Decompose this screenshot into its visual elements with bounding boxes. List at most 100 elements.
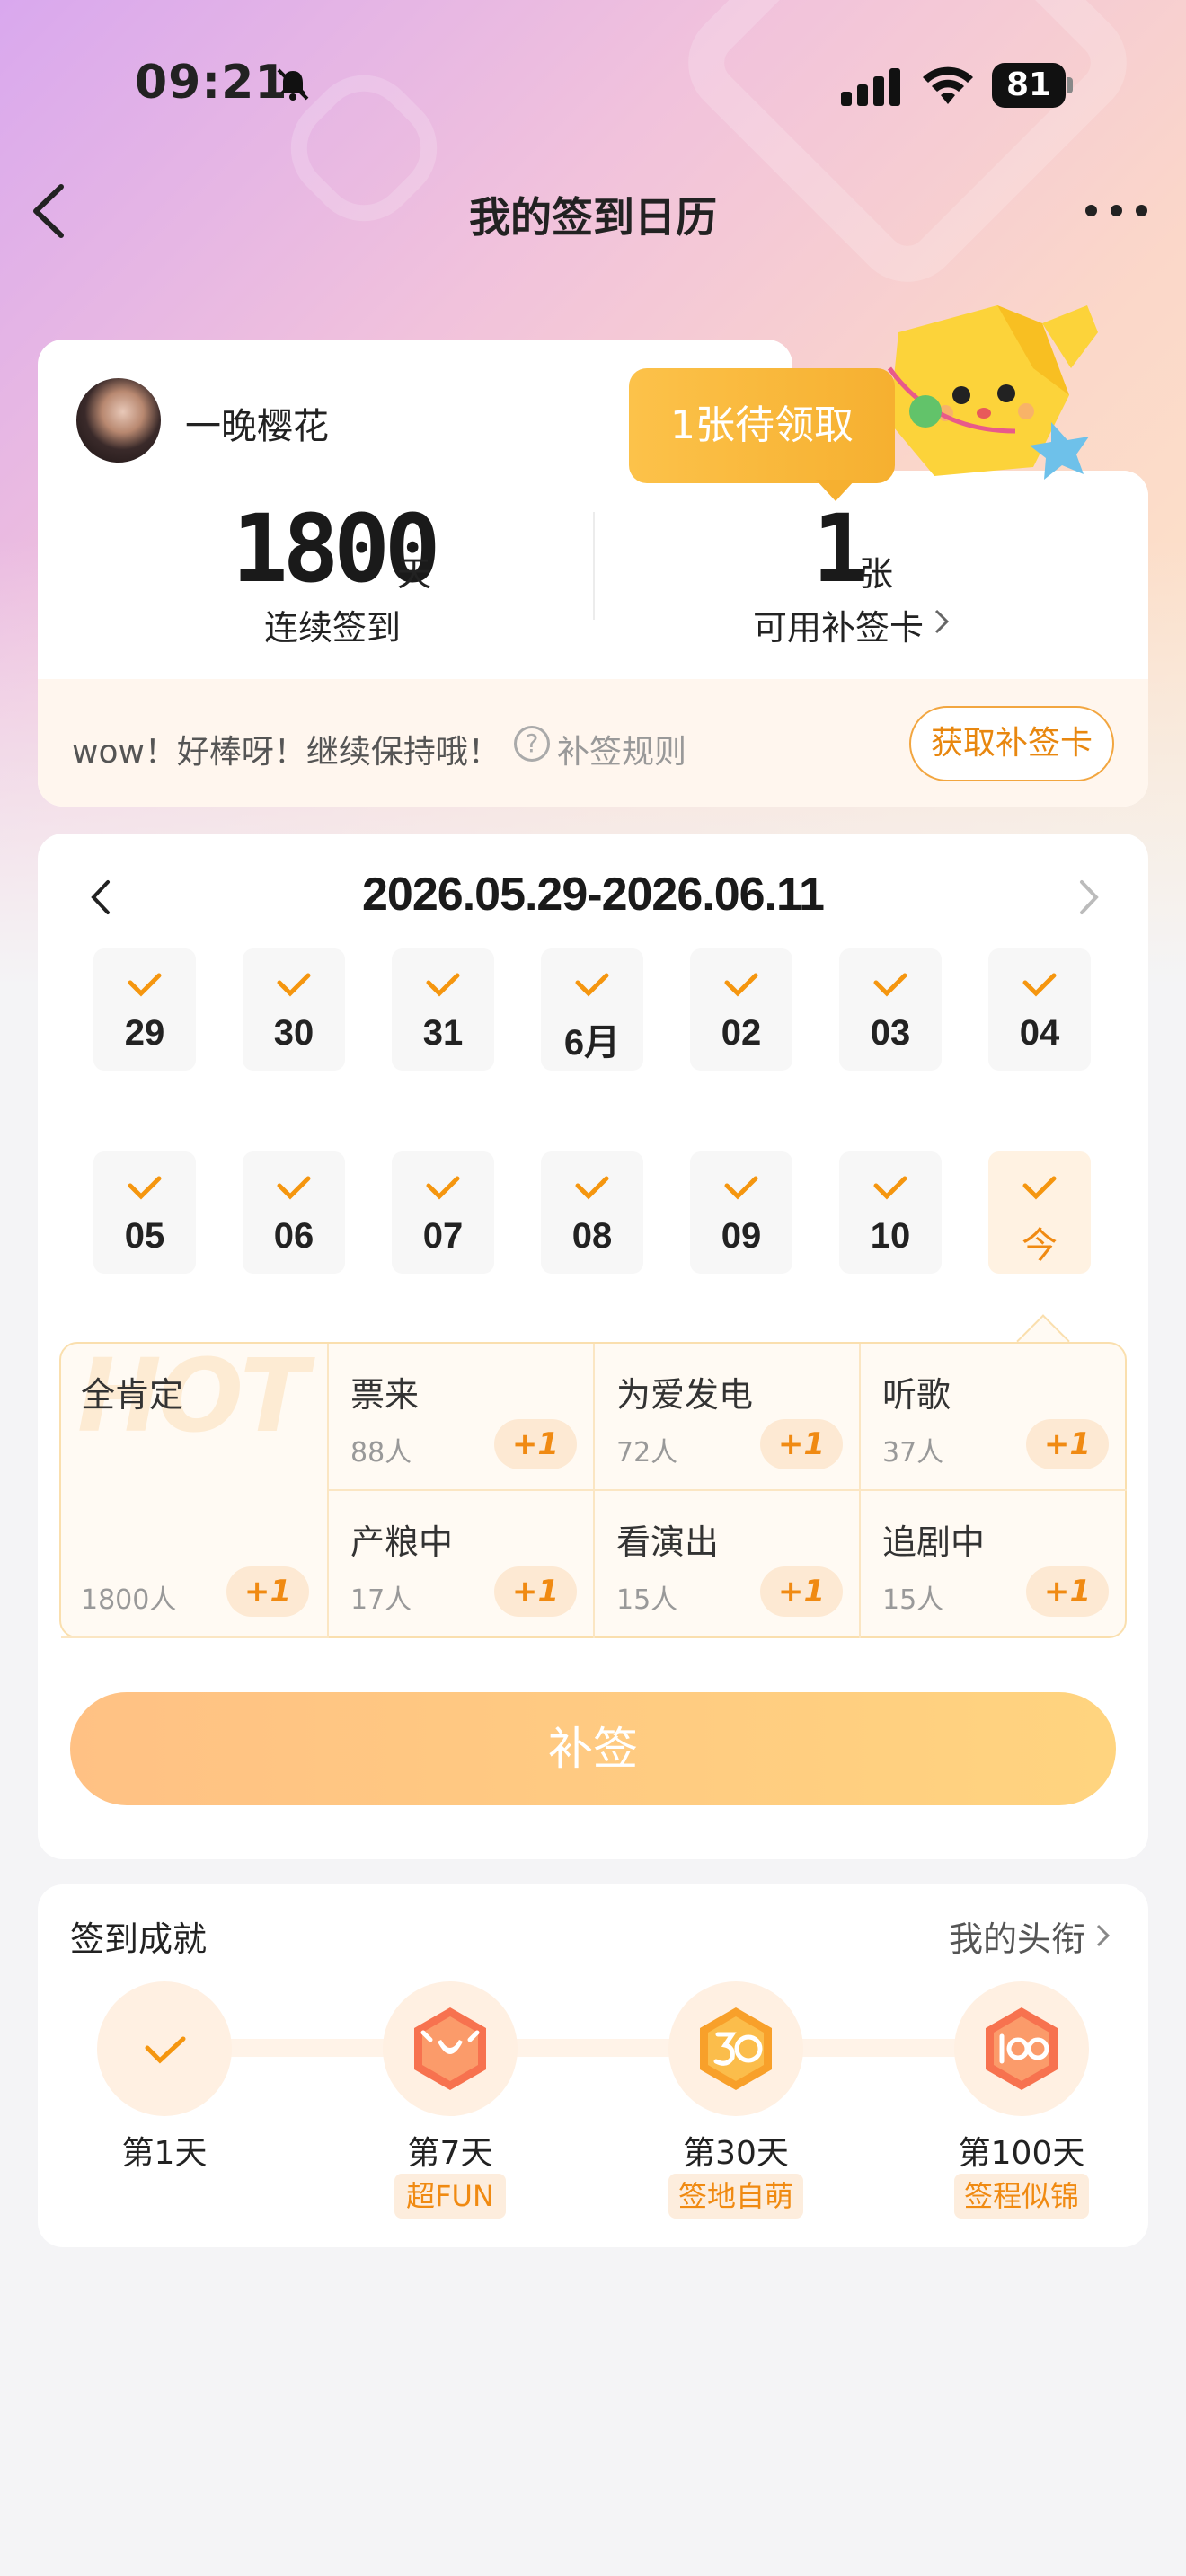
makeup-rules-link[interactable]: 补签规则 xyxy=(557,726,686,772)
100-days-badge-icon xyxy=(986,2007,1058,2090)
30-days-badge-icon xyxy=(700,2007,772,2090)
achievement-title-tag: 签地自萌 xyxy=(668,2174,803,2219)
help-icon[interactable]: ? xyxy=(514,726,550,762)
more-options-icon[interactable] xyxy=(1085,199,1148,221)
tag-plus-button[interactable]: +1 xyxy=(760,1566,843,1617)
tag-plus-button[interactable]: +1 xyxy=(226,1566,309,1617)
tag-plus-button[interactable]: +1 xyxy=(1026,1566,1109,1617)
day-label: 06 xyxy=(273,1216,314,1256)
streak-unit: 天 xyxy=(397,554,432,594)
tag-name: 全肯定 xyxy=(81,1375,184,1415)
check-icon xyxy=(575,1176,609,1200)
calendar-day[interactable]: 10 xyxy=(839,1151,942,1274)
check-icon xyxy=(145,2036,186,2064)
makeup-card-label[interactable]: 可用补签卡 xyxy=(753,600,924,649)
tag-name: 为爱发电 xyxy=(616,1375,754,1415)
day-label: 09 xyxy=(721,1216,762,1256)
check-icon xyxy=(426,973,460,997)
check-icon xyxy=(128,1176,162,1200)
calendar-day[interactable]: 02 xyxy=(690,948,792,1071)
calendar-day-today[interactable]: 今 xyxy=(988,1151,1091,1274)
tag-name: 追剧中 xyxy=(882,1522,986,1562)
chevron-right-icon[interactable] xyxy=(1094,1922,1112,1949)
tag-count: 15人 xyxy=(616,1584,678,1616)
check-icon xyxy=(873,973,907,997)
day-label: 03 xyxy=(870,1013,911,1053)
tag-count: 1800人 xyxy=(81,1584,177,1616)
wifi-icon xyxy=(923,66,973,104)
username: 一晚樱花 xyxy=(185,406,329,447)
tag-count: 88人 xyxy=(350,1437,412,1469)
calendar-day[interactable]: 08 xyxy=(541,1151,643,1274)
calendar-day[interactable]: 05 xyxy=(93,1151,196,1274)
battery-level: 81 xyxy=(1005,66,1052,103)
check-icon xyxy=(724,973,758,997)
day-label: 29 xyxy=(124,1013,165,1053)
tag-plus-button[interactable]: +1 xyxy=(494,1419,577,1469)
achievements-title: 签到成就 xyxy=(70,1919,208,1959)
battery-icon: 81 xyxy=(992,63,1073,108)
check-icon xyxy=(873,1176,907,1200)
encouragement-text: wow！好棒呀！继续保持哦！ xyxy=(72,734,500,771)
tag-name: 产粮中 xyxy=(350,1522,454,1562)
day-label: 07 xyxy=(422,1216,464,1256)
achievement-day: 第30天 xyxy=(683,2135,789,2172)
pending-cards-tooltip[interactable]: 1张待领取 xyxy=(629,368,895,483)
tag-count: 17人 xyxy=(350,1584,412,1616)
cellular-signal-icon xyxy=(841,68,900,106)
bell-muted-icon xyxy=(277,68,309,101)
calendar-day[interactable]: 29 xyxy=(93,948,196,1071)
day-label: 31 xyxy=(422,1013,464,1053)
get-makeup-card-button[interactable]: 获取补签卡 xyxy=(909,706,1114,781)
status-time: 09:21 xyxy=(135,56,288,110)
makeup-sign-button[interactable]: 补签 xyxy=(70,1692,1116,1805)
tag-name: 票来 xyxy=(350,1375,420,1415)
day-label: 今 xyxy=(1022,1226,1058,1266)
day-label: 08 xyxy=(571,1216,613,1256)
streak-label: 连续签到 xyxy=(264,608,402,648)
tag-plus-button[interactable]: +1 xyxy=(1026,1419,1109,1469)
makeup-card-unit: 张 xyxy=(859,554,894,594)
tag-count: 37人 xyxy=(882,1437,944,1469)
calendar-day[interactable]: 06 xyxy=(243,1151,345,1274)
calendar-day[interactable]: 07 xyxy=(392,1151,494,1274)
achievement-progress-track xyxy=(162,2039,1024,2057)
check-icon xyxy=(724,1176,758,1200)
my-titles-link[interactable]: 我的头衔 xyxy=(949,1911,1085,1961)
fun-badge-icon xyxy=(414,2007,486,2090)
tag-count: 15人 xyxy=(882,1584,944,1616)
calendar-day[interactable]: 04 xyxy=(988,948,1091,1071)
next-period-icon[interactable] xyxy=(1071,875,1107,920)
check-icon xyxy=(128,973,162,997)
stat-divider xyxy=(593,512,595,620)
tag-plus-button[interactable]: +1 xyxy=(494,1566,577,1617)
check-icon xyxy=(1022,973,1057,997)
day-label: 02 xyxy=(721,1013,762,1053)
status-bar: 09:21 81 xyxy=(0,0,1186,162)
calendar-day[interactable]: 09 xyxy=(690,1151,792,1274)
achievement-title-tag: 签程似锦 xyxy=(954,2174,1089,2219)
achievement-day: 第100天 xyxy=(958,2135,1085,2172)
avatar[interactable] xyxy=(74,375,164,465)
day-label: 6月 xyxy=(563,1023,621,1063)
tag-count: 72人 xyxy=(616,1437,678,1469)
day-label: 05 xyxy=(124,1216,165,1256)
calendar-day[interactable]: 30 xyxy=(243,948,345,1071)
achievement-title-tag: 超FUN xyxy=(394,2174,506,2219)
achievement-day: 第1天 xyxy=(121,2135,208,2172)
page-title: 我的签到日历 xyxy=(469,193,717,242)
day-label: 30 xyxy=(273,1013,314,1053)
tag-name: 听歌 xyxy=(882,1375,951,1415)
calendar-day[interactable]: 31 xyxy=(392,948,494,1071)
calendar-day[interactable]: 6月 xyxy=(541,948,643,1071)
check-icon xyxy=(277,973,311,997)
calendar-day[interactable]: 03 xyxy=(839,948,942,1071)
chevron-right-icon[interactable] xyxy=(933,607,951,636)
achievement-day: 第7天 xyxy=(407,2135,493,2172)
makeup-card-count[interactable]: 1 xyxy=(812,494,869,604)
check-icon xyxy=(575,973,609,997)
date-range: 2026.05.29-2026.06.11 xyxy=(362,869,825,921)
tag-plus-button[interactable]: +1 xyxy=(760,1419,843,1469)
day-label: 10 xyxy=(870,1216,911,1256)
check-icon xyxy=(426,1176,460,1200)
